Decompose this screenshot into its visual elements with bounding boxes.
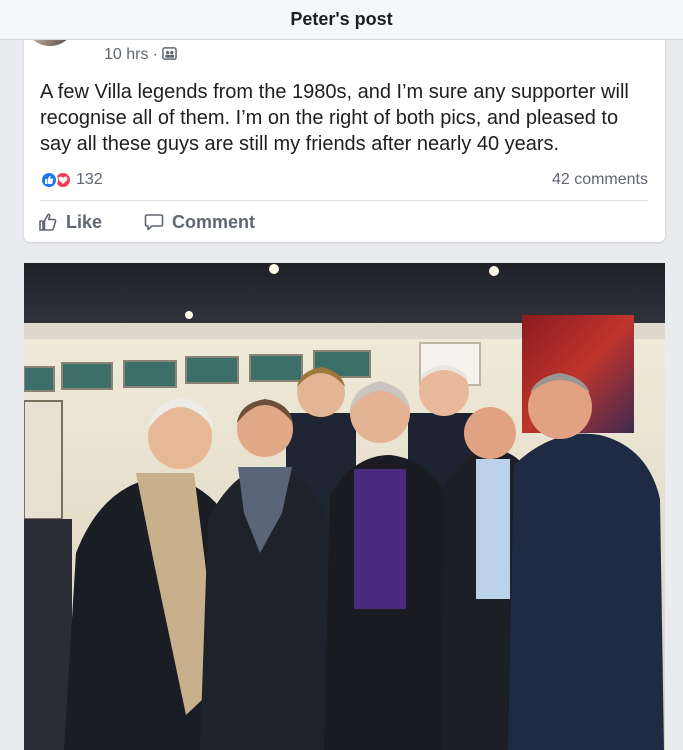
post-text: A few Villa legends from the 1980s, and … bbox=[40, 81, 629, 155]
post-timestamp[interactable]: 10 hrs · bbox=[104, 46, 177, 64]
top-bar: Peter's post bbox=[0, 0, 683, 40]
reaction-icons bbox=[40, 171, 72, 189]
group-photo-image bbox=[24, 263, 665, 750]
time-text: 10 hrs bbox=[104, 46, 149, 63]
post-actions: Like Comment bbox=[38, 208, 297, 236]
thumbs-up-icon bbox=[39, 213, 57, 231]
action-divider bbox=[40, 200, 648, 201]
page-title: Peter's post bbox=[290, 9, 393, 29]
reaction-count: 132 bbox=[76, 171, 103, 188]
comment-icon bbox=[144, 214, 164, 231]
meta-separator: · bbox=[152, 46, 158, 63]
like-reaction-icon bbox=[40, 171, 58, 189]
reactions-summary[interactable]: 132 bbox=[40, 171, 103, 189]
post-card: 10 hrs · A few Villa legends from the 198… bbox=[24, 0, 665, 242]
comments-count[interactable]: 42 comments bbox=[552, 171, 648, 189]
post-stats: 132 42 comments bbox=[40, 168, 648, 192]
comment-label: Comment bbox=[172, 211, 256, 232]
audience-icon bbox=[161, 47, 177, 60]
post-photo[interactable] bbox=[24, 263, 665, 750]
like-button[interactable]: Like bbox=[38, 212, 102, 233]
comment-button[interactable]: Comment bbox=[144, 212, 255, 233]
like-label: Like bbox=[66, 211, 103, 232]
